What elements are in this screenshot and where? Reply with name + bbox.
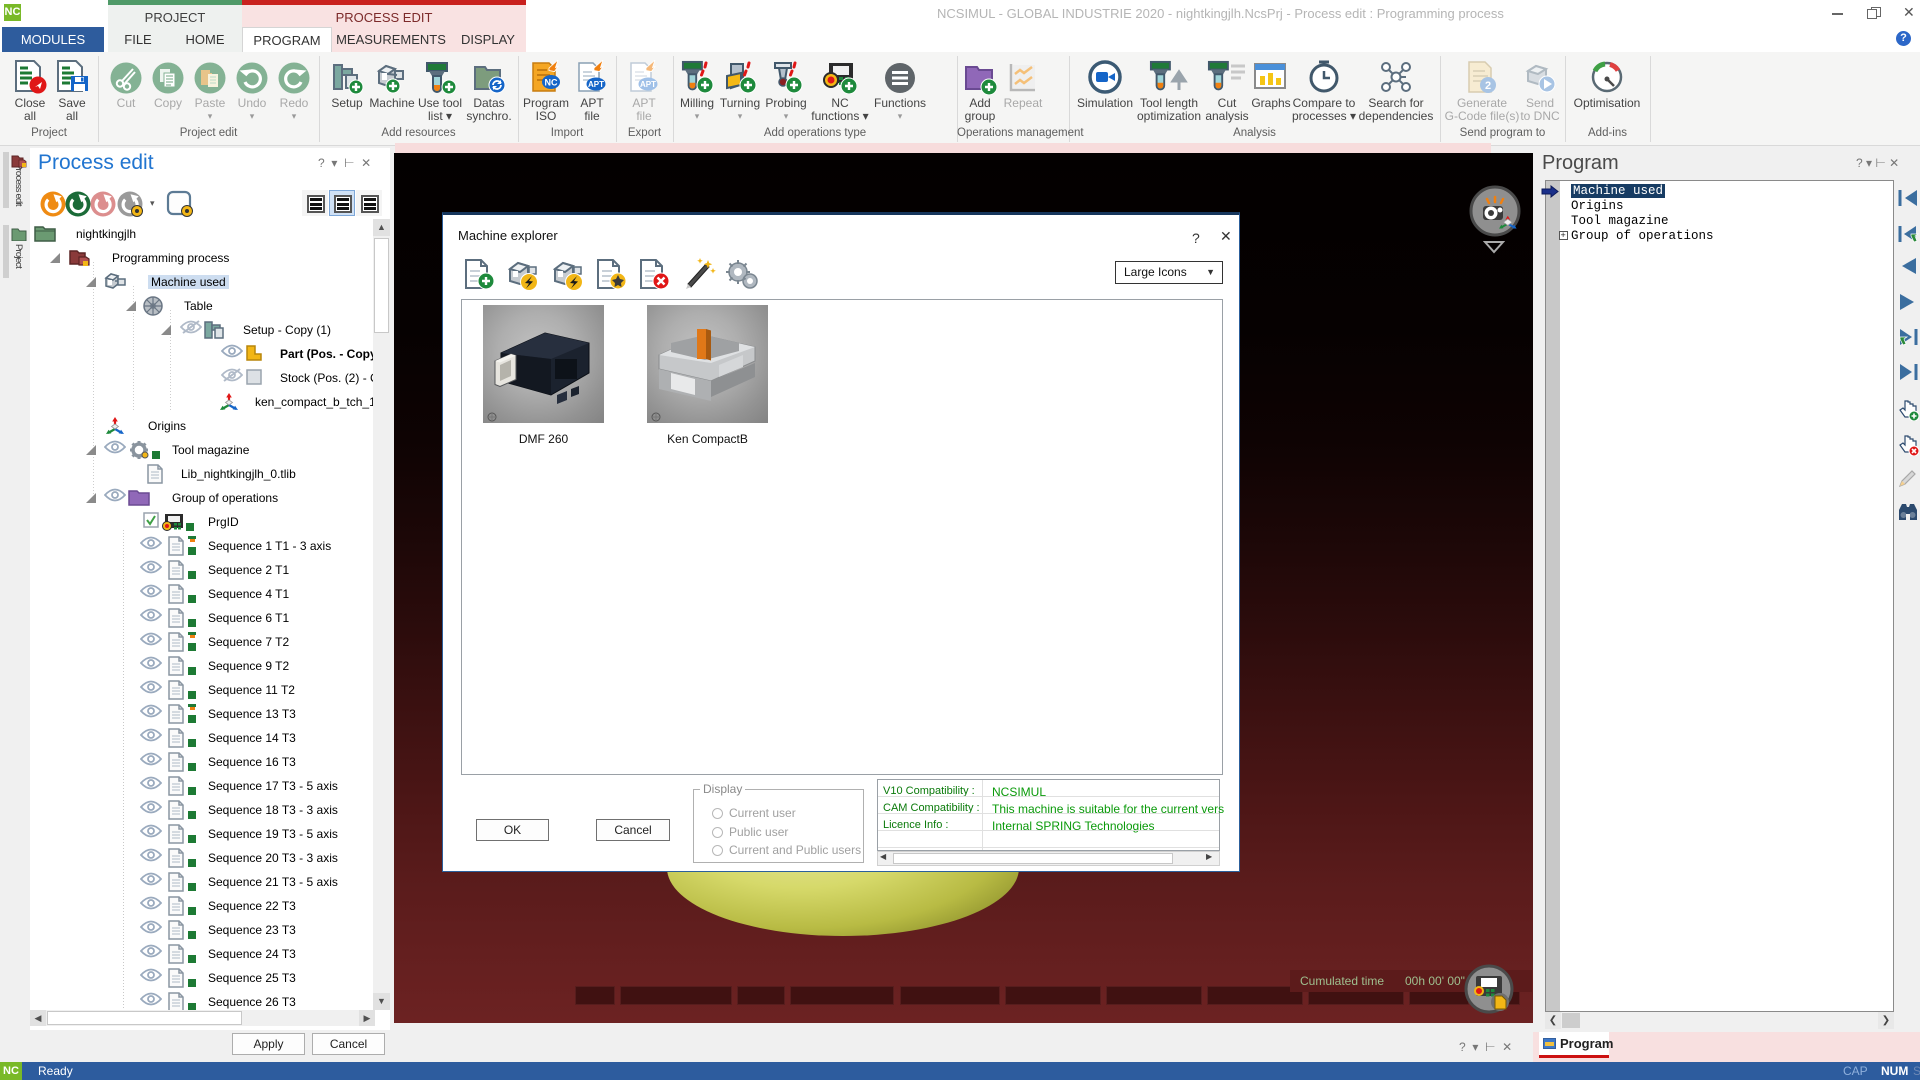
- svg-text:APT: APT: [640, 80, 656, 89]
- svg-text:2: 2: [1485, 80, 1491, 92]
- svg-text:NC: NC: [545, 78, 558, 88]
- svg-text:APT: APT: [588, 80, 604, 89]
